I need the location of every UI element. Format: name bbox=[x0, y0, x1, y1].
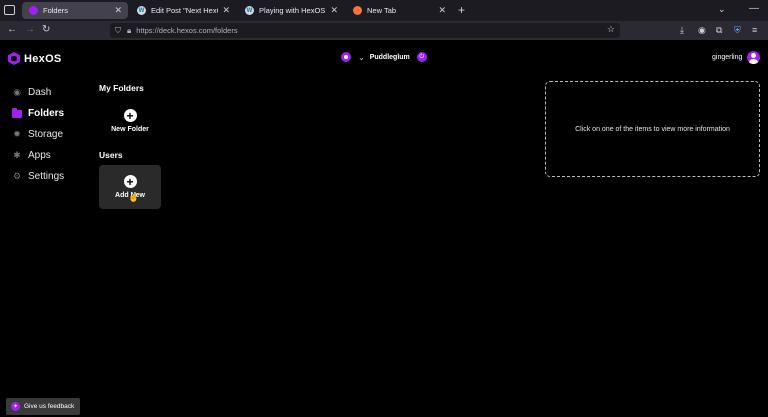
folder-icon bbox=[12, 107, 22, 119]
server-name: Puddleglum bbox=[369, 53, 410, 61]
avatar[interactable] bbox=[747, 51, 761, 64]
gear-icon: ⚙ bbox=[12, 171, 22, 181]
users-heading: Users bbox=[99, 150, 123, 160]
feedback-label: Give us feedback bbox=[24, 403, 75, 410]
account-icon[interactable]: ◉ bbox=[698, 25, 706, 36]
dashboard-icon: ◉ bbox=[13, 87, 21, 97]
chevron-down-icon[interactable]: ⌄ bbox=[718, 4, 726, 15]
tab-title: Playing with HexOS Part 1 bbox=[259, 6, 326, 15]
pointer-cursor-icon: ☝ bbox=[128, 192, 140, 202]
hexagon-logo-icon bbox=[8, 52, 20, 65]
tab-title: New Tab bbox=[367, 6, 397, 15]
close-tab-icon[interactable]: ✕ bbox=[114, 5, 122, 16]
browser-tab-bar: Folders ✕ W Edit Post "Next HexOS" ‹ ✕ W… bbox=[0, 0, 768, 21]
tab-playing-with-hexos[interactable]: W Playing with HexOS Part 1 ✕ bbox=[238, 2, 344, 19]
sidebar-item-dash[interactable]: ◉ Dash bbox=[12, 82, 64, 103]
sidebar-item-label: Storage bbox=[28, 129, 64, 140]
logo-text: HexOS bbox=[24, 52, 62, 65]
address-bar[interactable]: ⛉ 🔒︎ https://deck.hexos.com/folders ☆ bbox=[110, 23, 620, 38]
tab-title: Folders bbox=[43, 6, 69, 15]
server-status-icon bbox=[341, 52, 351, 62]
sidebar-item-storage[interactable]: ✹ Storage bbox=[12, 124, 64, 145]
reload-icon[interactable]: ↻ bbox=[42, 24, 50, 35]
browser-nav-bar: ← → ↻ ⛉ 🔒︎ https://deck.hexos.com/folder… bbox=[0, 21, 768, 40]
feedback-button[interactable]: ✦ Give us feedback bbox=[6, 398, 81, 415]
sidebar: ◉ Dash Folders ✹ Storage ✱ Apps ⚙ Settin… bbox=[12, 82, 64, 187]
download-icon[interactable]: ⤓ bbox=[680, 25, 684, 36]
close-tab-icon[interactable]: ✕ bbox=[438, 5, 446, 16]
storage-icon: ✹ bbox=[13, 129, 21, 139]
menu-icon[interactable]: ≡ bbox=[752, 25, 757, 35]
wordpress-icon: W bbox=[137, 6, 146, 15]
sidebar-item-label: Dash bbox=[28, 87, 52, 98]
lightbulb-icon: ✦ bbox=[11, 402, 20, 411]
close-tab-icon[interactable]: ✕ bbox=[330, 5, 338, 16]
lock-icon[interactable]: 🔒︎ bbox=[127, 26, 131, 36]
url-text: https://deck.hexos.com/folders bbox=[136, 26, 238, 35]
shield-icon[interactable]: ⛉ bbox=[115, 26, 121, 36]
hexos-icon bbox=[29, 6, 38, 15]
sidebar-item-label: Folders bbox=[28, 108, 65, 119]
server-selector[interactable]: ⌄ Puddleglum ⏻ bbox=[341, 52, 427, 62]
sidebar-item-settings[interactable]: ⚙ Settings bbox=[12, 166, 64, 187]
tab-edit-post[interactable]: W Edit Post "Next HexOS" ‹ ✕ bbox=[130, 2, 236, 19]
user-menu[interactable]: gingerling bbox=[712, 51, 761, 64]
hexos-logo[interactable]: HexOS bbox=[8, 52, 62, 65]
tab-folders[interactable]: Folders ✕ bbox=[22, 2, 128, 19]
info-panel: Click on one of the items to view more i… bbox=[545, 81, 760, 177]
close-tab-icon[interactable]: ✕ bbox=[222, 5, 230, 16]
info-panel-text: Click on one of the items to view more i… bbox=[575, 125, 730, 133]
sidebar-item-apps[interactable]: ✱ Apps bbox=[12, 145, 64, 166]
chevron-down-icon[interactable]: ⌄ bbox=[358, 53, 365, 62]
sidebar-item-label: Settings bbox=[28, 171, 65, 182]
plus-icon: + bbox=[123, 175, 137, 188]
bookmark-star-icon[interactable]: ☆ bbox=[607, 24, 615, 35]
extensions-icon[interactable]: ⧉ bbox=[716, 25, 722, 36]
my-folders-heading: My Folders bbox=[99, 83, 144, 93]
plus-icon: + bbox=[123, 109, 137, 122]
sidebar-item-label: Apps bbox=[28, 150, 51, 161]
new-tab-button[interactable]: + bbox=[458, 3, 465, 17]
apps-icon: ✱ bbox=[13, 150, 21, 160]
minimize-icon[interactable]: — bbox=[749, 3, 759, 14]
new-folder-label: New Folder bbox=[111, 126, 149, 133]
tab-title: Edit Post "Next HexOS" ‹ bbox=[151, 6, 218, 15]
power-icon[interactable]: ⏻ bbox=[416, 52, 427, 62]
sidebar-item-folders[interactable]: Folders bbox=[12, 103, 64, 124]
firefox-icon bbox=[353, 6, 362, 15]
forward-icon[interactable]: → bbox=[25, 24, 35, 35]
wordpress-icon: W bbox=[245, 6, 254, 15]
new-folder-button[interactable]: + New Folder bbox=[99, 99, 161, 143]
username: gingerling bbox=[712, 54, 743, 61]
privacy-extension-icon[interactable]: ⛨ bbox=[734, 25, 741, 36]
back-icon[interactable]: ← bbox=[7, 24, 17, 35]
tab-new-tab[interactable]: New Tab ✕ bbox=[346, 2, 452, 19]
tab-list-icon[interactable] bbox=[4, 5, 15, 15]
